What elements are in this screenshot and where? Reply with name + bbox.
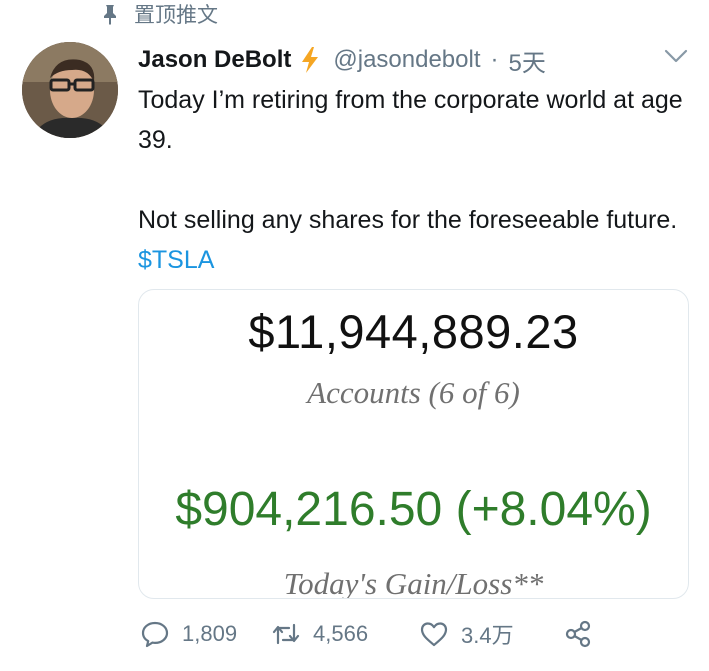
like-count: 3.4万: [461, 623, 514, 648]
retweet-icon: [272, 623, 300, 645]
tweet-text: Today I’m retiring from the corporate wo…: [138, 80, 698, 280]
tweet-text-line-1: Today I’m retiring from the corporate wo…: [138, 86, 683, 154]
reply-button[interactable]: 1,809: [140, 619, 271, 649]
account-balance: $11,944,889.23: [248, 305, 579, 358]
pin-icon: [104, 5, 116, 25]
pinned-label: 置顶推文: [134, 4, 218, 27]
retweet-count: 4,566: [313, 621, 369, 646]
retweet-button[interactable]: 4,566: [271, 619, 419, 649]
reply-icon: [141, 621, 169, 648]
avatar-image: [22, 42, 118, 138]
chevron-down-icon[interactable]: [663, 46, 689, 66]
tweet-header: Jason DeBolt @jasondebolt · 5天: [138, 40, 698, 80]
cashtag-link[interactable]: $TSLA: [138, 246, 214, 274]
share-icon: [565, 620, 591, 648]
heart-icon: [420, 622, 448, 647]
accounts-label: Accounts (6 of 6): [307, 375, 520, 410]
daily-gain: $904,216.50 (+8.04%): [175, 483, 652, 536]
gain-loss-label: Today's Gain/Loss**: [283, 566, 544, 599]
tweet-text-line-2: Not selling any shares for the foreseeab…: [138, 200, 698, 280]
author-handle[interactable]: @jasondebolt: [333, 46, 480, 74]
lightning-bolt-icon: [302, 47, 319, 73]
pinned-tweet-indicator: 置顶推文: [100, 1, 218, 27]
tweet-text-body: Not selling any shares for the foreseeab…: [138, 206, 678, 234]
like-button[interactable]: 3.4万: [419, 618, 563, 650]
tweet-actions: 1,809 4,566 3.4万: [140, 615, 593, 653]
reply-count: 1,809: [182, 621, 238, 646]
avatar[interactable]: [22, 42, 118, 138]
media-image-card[interactable]: $11,944,889.23 Accounts (6 of 6) $904,21…: [138, 289, 689, 599]
timestamp[interactable]: 5天: [509, 43, 546, 78]
separator: ·: [490, 46, 499, 73]
share-button[interactable]: [563, 619, 593, 649]
author-name[interactable]: Jason DeBolt: [138, 46, 291, 74]
